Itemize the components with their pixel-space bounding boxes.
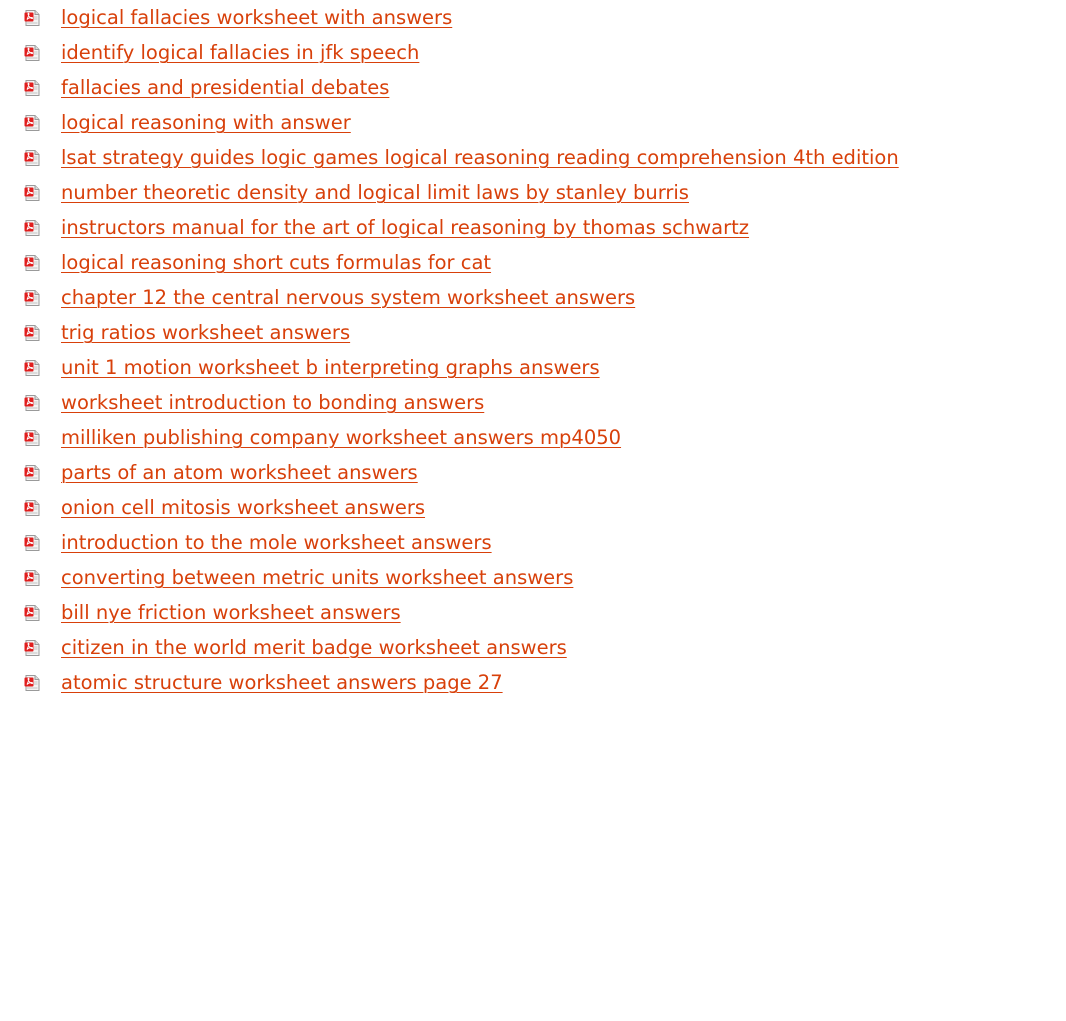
pdf-file-icon: [24, 220, 40, 236]
pdf-file-icon: [24, 80, 40, 96]
document-link[interactable]: introduction to the mole worksheet answe…: [61, 529, 492, 557]
list-item: logical reasoning with answer: [0, 109, 1066, 141]
list-item: introduction to the mole worksheet answe…: [0, 529, 1066, 561]
document-link[interactable]: milliken publishing company worksheet an…: [61, 424, 621, 452]
list-item: citizen in the world merit badge workshe…: [0, 634, 1066, 666]
pdf-file-icon: [24, 535, 40, 551]
pdf-file-icon: [24, 185, 40, 201]
pdf-file-icon: [24, 360, 40, 376]
pdf-file-icon: [24, 570, 40, 586]
list-item: instructors manual for the art of logica…: [0, 214, 1066, 246]
document-link[interactable]: instructors manual for the art of logica…: [61, 214, 749, 242]
document-link[interactable]: parts of an atom worksheet answers: [61, 459, 418, 487]
pdf-file-icon: [24, 115, 40, 131]
pdf-file-icon: [24, 150, 40, 166]
list-item: milliken publishing company worksheet an…: [0, 424, 1066, 456]
document-link[interactable]: logical reasoning short cuts formulas fo…: [61, 249, 491, 277]
list-item: parts of an atom worksheet answers: [0, 459, 1066, 491]
document-link[interactable]: citizen in the world merit badge workshe…: [61, 634, 567, 662]
pdf-file-icon: [24, 605, 40, 621]
list-item: atomic structure worksheet answers page …: [0, 669, 1066, 701]
list-item: lsat strategy guides logic games logical…: [0, 144, 1066, 176]
list-item: chapter 12 the central nervous system wo…: [0, 284, 1066, 316]
document-link[interactable]: trig ratios worksheet answers: [61, 319, 350, 347]
list-item: fallacies and presidential debates: [0, 74, 1066, 106]
list-item: bill nye friction worksheet answers: [0, 599, 1066, 631]
document-link[interactable]: number theoretic density and logical lim…: [61, 179, 689, 207]
list-item: converting between metric units workshee…: [0, 564, 1066, 596]
document-link[interactable]: atomic structure worksheet answers page …: [61, 669, 503, 697]
pdf-file-icon: [24, 675, 40, 691]
document-link[interactable]: onion cell mitosis worksheet answers: [61, 494, 425, 522]
pdf-file-icon: [24, 255, 40, 271]
document-link[interactable]: identify logical fallacies in jfk speech: [61, 39, 419, 67]
document-link[interactable]: unit 1 motion worksheet b interpreting g…: [61, 354, 600, 382]
list-item: worksheet introduction to bonding answer…: [0, 389, 1066, 421]
pdf-file-icon: [24, 430, 40, 446]
pdf-file-icon: [24, 45, 40, 61]
document-link[interactable]: converting between metric units workshee…: [61, 564, 573, 592]
list-item: onion cell mitosis worksheet answers: [0, 494, 1066, 526]
list-item: logical fallacies worksheet with answers: [0, 4, 1066, 36]
document-link[interactable]: logical fallacies worksheet with answers: [61, 4, 452, 32]
pdf-file-icon: [24, 640, 40, 656]
pdf-file-icon: [24, 10, 40, 26]
list-item: trig ratios worksheet answers: [0, 319, 1066, 351]
document-link[interactable]: fallacies and presidential debates: [61, 74, 389, 102]
pdf-file-icon: [24, 465, 40, 481]
list-item: unit 1 motion worksheet b interpreting g…: [0, 354, 1066, 386]
document-link[interactable]: logical reasoning with answer: [61, 109, 351, 137]
list-item: identify logical fallacies in jfk speech: [0, 39, 1066, 71]
document-link[interactable]: bill nye friction worksheet answers: [61, 599, 401, 627]
list-item: logical reasoning short cuts formulas fo…: [0, 249, 1066, 281]
document-link[interactable]: lsat strategy guides logic games logical…: [61, 144, 899, 172]
pdf-file-icon: [24, 395, 40, 411]
pdf-file-icon: [24, 325, 40, 341]
document-link[interactable]: worksheet introduction to bonding answer…: [61, 389, 484, 417]
pdf-file-icon: [24, 290, 40, 306]
list-item: number theoretic density and logical lim…: [0, 179, 1066, 211]
pdf-file-icon: [24, 500, 40, 516]
document-link[interactable]: chapter 12 the central nervous system wo…: [61, 284, 635, 312]
